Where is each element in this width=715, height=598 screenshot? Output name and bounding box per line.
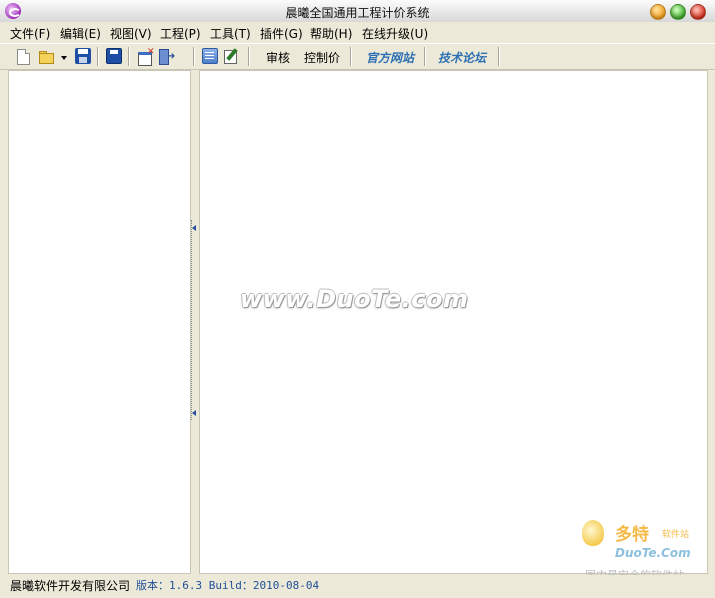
toolbar-separator [424, 47, 426, 66]
app-window: 晨曦全国通用工程计价系统 文件(F) 编辑(E) 视图(V) 工程(P) 工具(… [0, 0, 715, 598]
menu-project[interactable]: 工程(P) [160, 25, 201, 42]
edit-icon[interactable] [223, 48, 239, 64]
menu-edit[interactable]: 编辑(E) [60, 25, 101, 42]
logo-mascot-icon [582, 520, 604, 546]
collapse-left-arrow-icon[interactable] [192, 410, 196, 416]
save-all-icon[interactable] [106, 48, 122, 64]
title-bar[interactable]: 晨曦全国通用工程计价系统 [0, 0, 715, 23]
close-window-icon[interactable]: ✕ [137, 48, 155, 66]
menu-tools[interactable]: 工具(T) [210, 25, 251, 42]
menu-bar: 文件(F) 编辑(E) 视图(V) 工程(P) 工具(T) 插件(G) 帮助(H… [0, 22, 715, 42]
close-button[interactable] [690, 4, 706, 20]
menu-help[interactable]: 帮助(H) [310, 25, 352, 42]
menu-file[interactable]: 文件(F) [10, 25, 50, 42]
minimize-button[interactable] [650, 4, 666, 20]
toolbar-separator [193, 47, 195, 66]
menu-online-upgrade[interactable]: 在线升级(U) [362, 25, 428, 42]
collapse-left-arrow-icon[interactable] [192, 225, 196, 231]
open-folder-icon[interactable] [38, 48, 54, 64]
status-bar: 晨曦软件开发有限公司 版本：1.6.3 Build：2010-08-04 [0, 575, 715, 598]
toolbar-separator [498, 47, 500, 66]
tech-forum-link[interactable]: 技术论坛 [438, 49, 486, 66]
logo-domain: DuoTe.Com [615, 546, 691, 560]
main-workspace[interactable] [199, 70, 708, 574]
toolbar-separator [350, 47, 352, 66]
maximize-button[interactable] [670, 4, 686, 20]
logo-name: 多特 [615, 525, 649, 545]
status-company: 晨曦软件开发有限公司 [10, 579, 131, 593]
panel-splitter[interactable] [191, 220, 197, 420]
window-title: 晨曦全国通用工程计价系统 [285, 6, 430, 20]
book-icon[interactable] [202, 48, 218, 64]
duote-logo: 多特 软件站 DuoTe.Com 国内最安全的软件站 [580, 520, 710, 582]
dropdown-arrow-icon[interactable] [61, 56, 67, 60]
menu-view[interactable]: 视图(V) [110, 25, 152, 42]
official-site-link[interactable]: 官方网站 [366, 49, 414, 66]
audit-button[interactable]: 审核 [266, 49, 290, 66]
toolbar: ✕ ➜ 审核 控制价 官方网站 技术论坛 [0, 43, 715, 70]
save-icon[interactable] [75, 48, 91, 64]
logo-sub: 软件站 [662, 530, 690, 540]
toolbar-separator [128, 47, 130, 66]
menu-plugins[interactable]: 插件(G) [260, 25, 303, 42]
exit-icon[interactable]: ➜ [158, 48, 175, 65]
new-file-icon[interactable] [17, 49, 30, 65]
control-price-button[interactable]: 控制价 [304, 49, 340, 66]
watermark-text: www.DuoTe.com [240, 285, 469, 313]
toolbar-separator [248, 47, 250, 66]
status-version: 版本：1.6.3 Build：2010-08-04 [136, 579, 320, 592]
toolbar-separator [97, 47, 99, 66]
project-tree-panel[interactable] [8, 70, 191, 574]
